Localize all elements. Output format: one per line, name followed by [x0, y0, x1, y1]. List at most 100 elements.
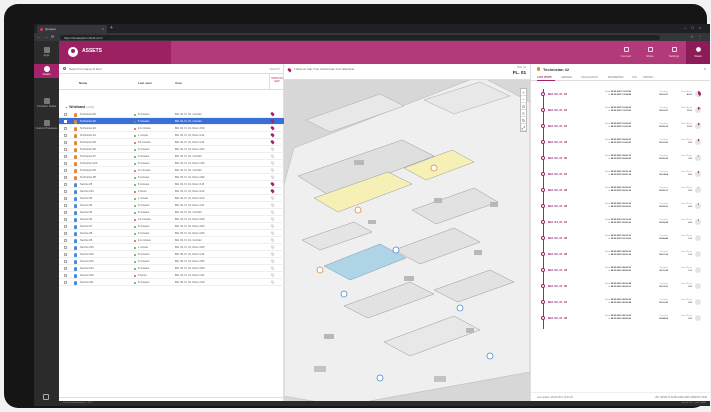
new-tab-icon[interactable]: +: [110, 25, 113, 31]
visit-item[interactable]: Bld. 02, Fl. 03 From 28.09.2021 09:20:30 t…: [531, 201, 710, 217]
layers-icon[interactable]: ≡: [521, 110, 526, 117]
show-on-map-pin-icon[interactable]: [270, 153, 275, 159]
row-checkbox[interactable]: [64, 134, 67, 137]
table-row[interactable]: Service #6 1 minute Bld. 02, Fl. 01, Room …: [59, 195, 284, 202]
visit-item[interactable]: Bld. 02, Fl. 01 From 28.09.2021 10:05:47 t…: [531, 121, 710, 137]
table-row[interactable]: Technician #2 6 minutes Bld. 02, Fl. 01, C…: [59, 118, 284, 125]
table-row[interactable]: Technician #10 8 minutes Bld. 02, Fl. 01, …: [59, 160, 284, 167]
show-on-map-pin-icon[interactable]: [270, 223, 275, 229]
table-row[interactable]: Service #14 8 minutes Bld. 05, Fl. 01, Roo…: [59, 265, 284, 272]
table-row[interactable]: Service #8 8 minutes Bld. 05, Fl. 01, Room…: [59, 230, 284, 237]
visit-item[interactable]: Bld. 02, Fl. 05 From 28.09.2021 09:50:12 t…: [531, 153, 710, 169]
table-row[interactable]: Service #13 2 hours Bld. 04, Fl. 01, Room …: [59, 188, 284, 195]
show-on-map-pin-icon[interactable]: [270, 209, 275, 215]
reset-view-icon[interactable]: ⊙: [521, 103, 526, 110]
visit-item[interactable]: Bld. 02, Fl. 01 From 28.09.2021 08:20:09 t…: [531, 297, 710, 313]
show-on-map-pin-icon[interactable]: [270, 181, 275, 187]
column-name-header[interactable]: Name: [79, 81, 87, 85]
fullscreen-icon[interactable]: ⤢: [521, 124, 526, 131]
show-on-map-pin-icon[interactable]: [270, 118, 275, 124]
row-checkbox[interactable]: [64, 155, 67, 158]
browser-nav-icons[interactable]: ←→⟳: [37, 34, 57, 39]
show-on-map-pin-icon[interactable]: [270, 195, 275, 201]
tab-tag[interactable]: TAG: [632, 76, 637, 79]
table-row[interactable]: Service #4 8 minutes Bld. 04, Fl. 01, Corr…: [59, 209, 284, 216]
show-on-map-pin-icon[interactable]: [270, 146, 275, 152]
url-field[interactable]: https://locateplus.infsoft.com/: [60, 34, 660, 40]
zoom-out-icon[interactable]: −: [521, 96, 526, 103]
close-icon[interactable]: ×: [704, 66, 706, 71]
visit-item[interactable]: Bld. 02, Fl. 03 From 28.09.2021 08:55:00 t…: [531, 249, 710, 265]
rotate-icon[interactable]: ↻: [521, 117, 526, 124]
rail-item-custom-processes[interactable]: Custom Processes: [34, 118, 59, 134]
column-show-on-map-header[interactable]: SHOW ON MAP: [269, 74, 284, 90]
show-on-map-pin-icon[interactable]: [270, 230, 275, 236]
table-row[interactable]: Technician #7 9 minutes Bld. 05, Fl. 01, C…: [59, 153, 284, 160]
floor-map[interactable]: [284, 80, 530, 406]
visit-item[interactable]: Bld. 04, Fl. 01 From 28.09.2021 09:11:02 t…: [531, 217, 710, 233]
table-row[interactable]: Technician #6 8 minutes Bld. 02, Fl. 01, R…: [59, 146, 284, 153]
table-row[interactable]: Service #11 8 minutes Bld. 05, Fl. 01, Roo…: [59, 279, 284, 286]
row-checkbox[interactable]: [64, 141, 67, 144]
table-row[interactable]: Technician #1 1 minute Bld. 02, Fl. 01, Ro…: [59, 132, 284, 139]
show-on-map-pin-icon[interactable]: [270, 244, 275, 250]
show-on-map-pin-icon[interactable]: [270, 160, 275, 166]
show-on-map-pin-icon[interactable]: [270, 174, 275, 180]
show-on-map-pin-icon[interactable]: [270, 258, 275, 264]
show-on-map-pin-icon[interactable]: [270, 272, 275, 278]
show-on-map-pin-icon[interactable]: [270, 251, 275, 257]
browser-tab[interactable]: Quuppa ×: [37, 25, 107, 33]
tab-properties[interactable]: PROPERTIES: [608, 76, 623, 79]
table-row[interactable]: Service #10 8 minutes Bld. 05, Fl. 01, Roo…: [59, 251, 284, 258]
asset-marker[interactable]: [376, 374, 384, 382]
connect-button[interactable]: Connect: [614, 41, 638, 64]
visit-item[interactable]: Bld. 02, Fl. 03 From 28.09.2021 09:30:01 t…: [531, 185, 710, 201]
row-checkbox[interactable]: [64, 211, 67, 214]
row-checkbox[interactable]: [64, 253, 67, 256]
row-checkbox[interactable]: [64, 274, 67, 277]
row-checkbox[interactable]: [64, 162, 67, 165]
close-tab-icon[interactable]: ×: [102, 27, 104, 31]
asset-marker[interactable]: [340, 290, 348, 298]
table-row[interactable]: Service #7 8 minutes Bld. 04, Fl. 01, Room…: [59, 223, 284, 230]
show-on-map-pin-icon[interactable]: [270, 167, 275, 173]
visit-item[interactable]: Bld. 02, Fl. 04 From 28.09.2021 09:55:47 t…: [531, 137, 710, 153]
row-checkbox[interactable]: [64, 183, 67, 186]
asset-marker[interactable]: [456, 304, 464, 312]
show-on-map-pin-icon[interactable]: [270, 237, 275, 243]
rail-item-container-status[interactable]: Container Status: [34, 96, 59, 112]
table-row[interactable]: Service #15 6 hours Bld. 04, Fl. 01, Room …: [59, 272, 284, 279]
share-button[interactable]: Share: [638, 41, 662, 64]
row-checkbox[interactable]: [64, 246, 67, 249]
tab-history[interactable]: HISTORY: [643, 76, 654, 79]
table-row[interactable]: Technician #5 18 minutes Bld. 02, Fl. 01, …: [59, 139, 284, 146]
row-checkbox[interactable]: [64, 218, 67, 221]
visit-item[interactable]: Bld. 02, Fl. 01 From 28.09.2021 09:35:18 t…: [531, 169, 710, 185]
row-checkbox[interactable]: [64, 127, 67, 130]
show-on-map-pin-icon[interactable]: [270, 188, 275, 194]
rail-item-assets[interactable]: Assets: [34, 64, 59, 78]
rail-item-apps[interactable]: Apps: [34, 45, 59, 59]
table-row[interactable]: Service #16 1 minute Bld. 04, Fl. 01, Room…: [59, 244, 284, 251]
tab-last-visits[interactable]: LAST VISITS: [537, 76, 551, 79]
tab-general[interactable]: GENERAL: [561, 76, 572, 79]
show-on-map-pin-icon[interactable]: [270, 139, 275, 145]
show-on-map-pin-icon[interactable]: [270, 125, 275, 131]
asset-marker[interactable]: [430, 164, 438, 172]
table-row[interactable]: Technician #4 12 minutes Bld. 02, Fl. 01, …: [59, 125, 284, 132]
table-row[interactable]: Service #9 14 minutes Bld. 04, Fl. 01, Cor…: [59, 237, 284, 244]
visit-item[interactable]: Bld. 02, Fl. 02 From 28.09.2021 09:02:16 t…: [531, 233, 710, 249]
search-input[interactable]: [69, 66, 249, 72]
collapse-icon[interactable]: [43, 394, 49, 400]
show-on-map-pin-icon[interactable]: [270, 111, 275, 117]
visit-item[interactable]: Bld. 02, Fl. 01 From 28.09.2021 10:26:02 t…: [531, 105, 710, 121]
row-checkbox[interactable]: [64, 120, 67, 123]
floor-selector[interactable]: FL. 01: [513, 70, 526, 75]
row-checkbox[interactable]: [64, 197, 67, 200]
browser-menu-icon[interactable]: ☆⋮: [690, 34, 706, 39]
show-on-map-pin-icon[interactable]: [270, 202, 275, 208]
table-row[interactable]: Technician #9 11 minutes Bld. 02, Fl. 01, …: [59, 167, 284, 174]
show-on-map-pin-icon[interactable]: [270, 279, 275, 285]
asset-marker[interactable]: [486, 352, 494, 360]
window-controls[interactable]: –□×: [684, 25, 706, 30]
